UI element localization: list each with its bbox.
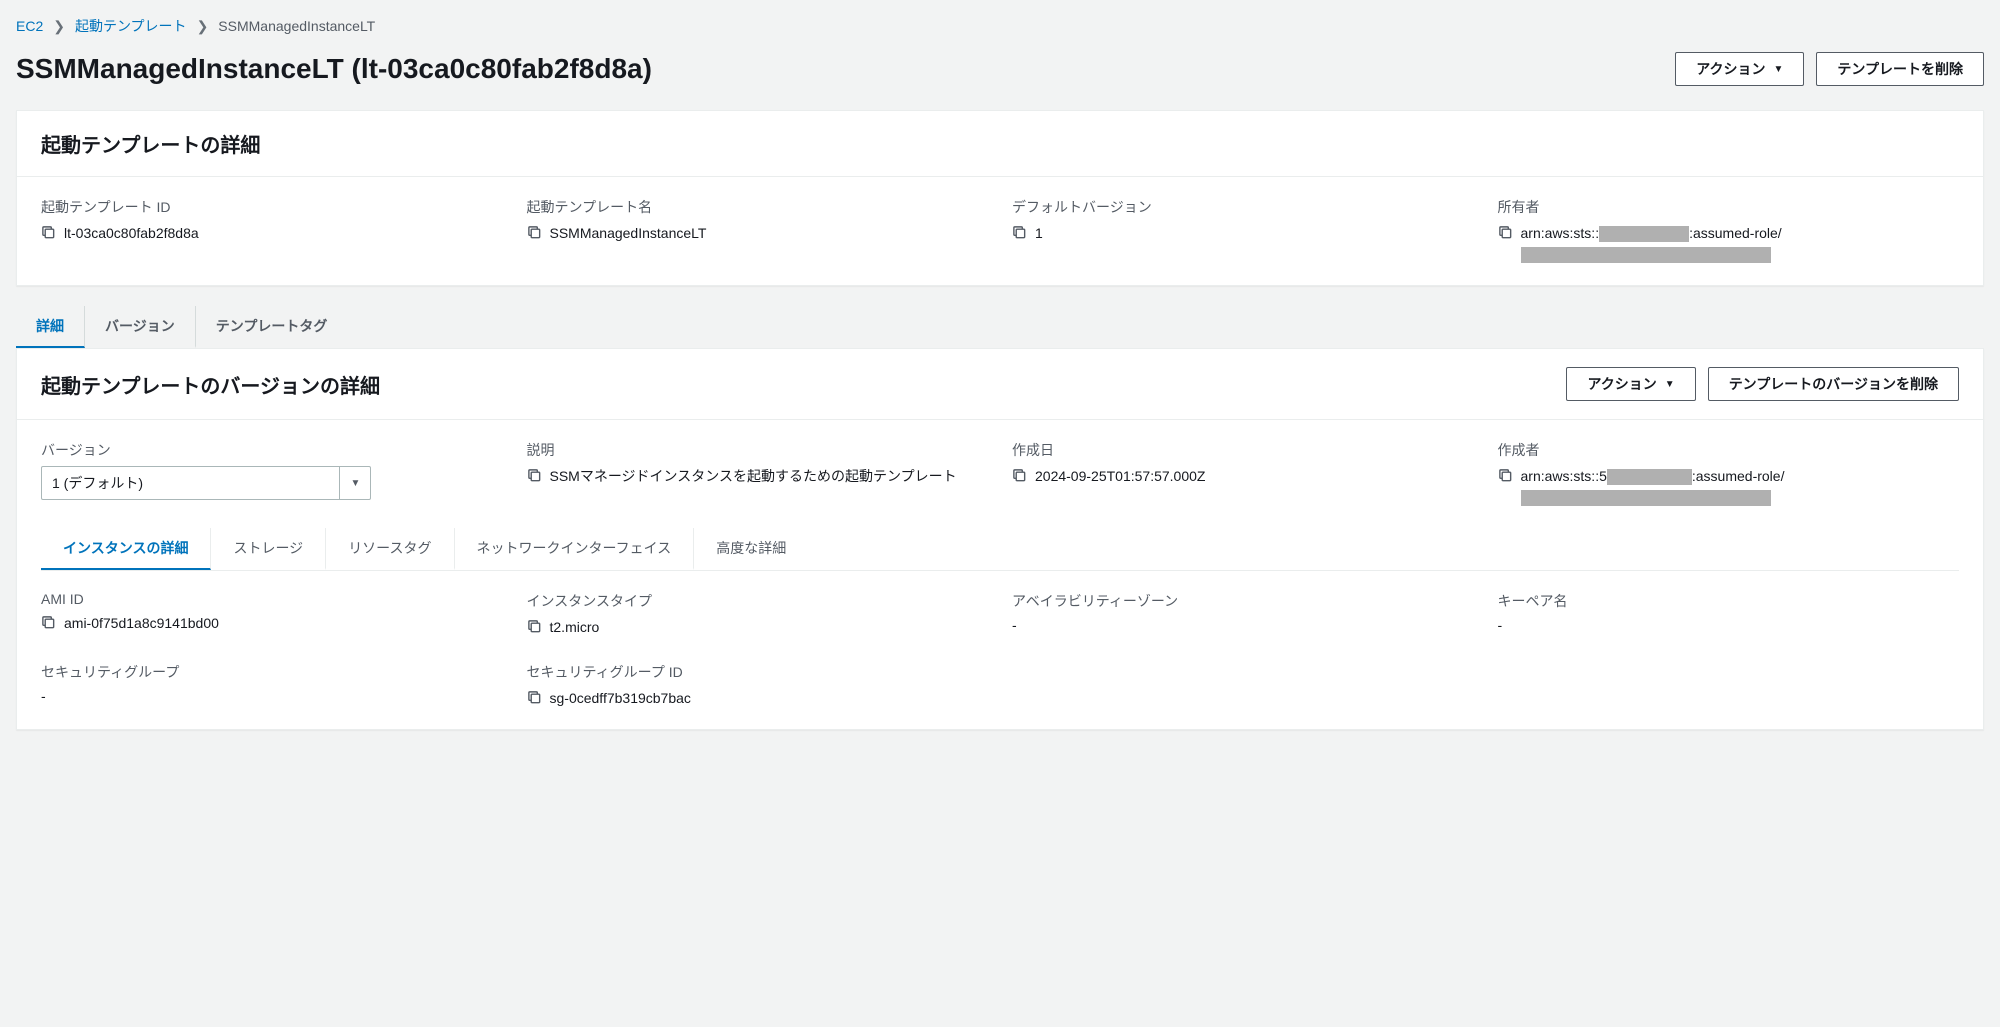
field-label: 作成日: [1012, 440, 1474, 460]
field-value: sg-0cedff7b319cb7bac: [550, 688, 691, 709]
field-lt-name: 起動テンプレート名 SSMManagedInstanceLT: [527, 197, 989, 265]
field-label: 起動テンプレート名: [527, 197, 989, 217]
field-label: 説明: [527, 440, 989, 460]
template-details-panel: 起動テンプレートの詳細 起動テンプレート ID lt-03ca0c80fab2f…: [16, 110, 1984, 286]
redacted-icon: [1599, 226, 1689, 242]
caret-down-icon: ▼: [1774, 64, 1784, 75]
field-label: インスタンスタイプ: [527, 591, 989, 611]
field-instance-type: インスタンスタイプ t2.micro: [527, 591, 989, 638]
version-details-title: 起動テンプレートのバージョンの詳細: [41, 370, 380, 399]
template-details-title: 起動テンプレートの詳細: [41, 129, 1959, 158]
field-value: 1: [1035, 223, 1043, 244]
field-label: バージョン: [41, 440, 503, 460]
field-value: t2.micro: [550, 617, 600, 638]
field-created: 作成日 2024-09-25T01:57:57.000Z: [1012, 440, 1474, 508]
tab-detail[interactable]: 詳細: [16, 306, 85, 348]
version-actions-button[interactable]: アクション ▼: [1566, 367, 1695, 401]
copy-icon[interactable]: [1012, 225, 1027, 240]
tab-version[interactable]: バージョン: [85, 306, 196, 348]
redacted-icon: [1607, 469, 1692, 485]
field-creator: 作成者 arn:aws:sts::5:assumed-role/: [1498, 440, 1960, 508]
redacted-icon: [1521, 490, 1771, 506]
field-label: 起動テンプレート ID: [41, 197, 503, 217]
field-label: アベイラビリティーゾーン: [1012, 591, 1474, 611]
version-subtabs: インスタンスの詳細 ストレージ リソースタグ ネットワークインターフェイス 高度…: [41, 528, 1959, 571]
field-value: lt-03ca0c80fab2f8d8a: [64, 223, 199, 244]
tab-resource-tag[interactable]: リソースタグ: [326, 528, 454, 570]
copy-icon[interactable]: [527, 468, 542, 483]
actions-button[interactable]: アクション ▼: [1675, 52, 1804, 86]
field-keypair: キーペア名 -: [1498, 591, 1960, 638]
main-tabs: 詳細 バージョン テンプレートタグ: [16, 306, 1984, 348]
field-ami-id: AMI ID ami-0f75d1a8c9141bd00: [41, 591, 503, 638]
field-default-version: デフォルトバージョン 1: [1012, 197, 1474, 265]
field-value: arn:aws:sts:::assumed-role/: [1521, 223, 1960, 265]
field-value: -: [1498, 617, 1503, 633]
copy-icon[interactable]: [1012, 468, 1027, 483]
field-label: 所有者: [1498, 197, 1960, 217]
field-az: アベイラビリティーゾーン -: [1012, 591, 1474, 638]
field-label: デフォルトバージョン: [1012, 197, 1474, 217]
chevron-right-icon: ❯: [197, 18, 209, 35]
breadcrumb-launch-templates[interactable]: 起動テンプレート: [75, 16, 187, 36]
tab-template-tag[interactable]: テンプレートタグ: [196, 306, 348, 348]
field-label: セキュリティグループ: [41, 662, 503, 682]
page-actions: アクション ▼ テンプレートを削除: [1675, 52, 1984, 86]
breadcrumb-ec2[interactable]: EC2: [16, 18, 43, 34]
field-description: 説明 SSMマネージドインスタンスを起動するための起動テンプレート: [527, 440, 989, 508]
field-security-group-id: セキュリティグループ ID sg-0cedff7b319cb7bac: [527, 662, 989, 709]
version-select[interactable]: 1 (デフォルト) ▼: [41, 466, 371, 500]
caret-down-icon: ▼: [1665, 379, 1675, 390]
delete-template-button[interactable]: テンプレートを削除: [1816, 52, 1984, 86]
field-value: -: [41, 688, 46, 704]
version-actions: アクション ▼ テンプレートのバージョンを削除: [1566, 367, 1959, 401]
field-label: セキュリティグループ ID: [527, 662, 989, 682]
redacted-icon: [1521, 247, 1771, 263]
copy-icon[interactable]: [1498, 468, 1513, 483]
version-details-panel: 起動テンプレートのバージョンの詳細 アクション ▼ テンプレートのバージョンを削…: [16, 348, 1984, 730]
field-version: バージョン 1 (デフォルト) ▼: [41, 440, 503, 508]
field-label: 作成者: [1498, 440, 1960, 460]
copy-icon[interactable]: [41, 615, 56, 630]
field-value: arn:aws:sts::5:assumed-role/: [1521, 466, 1960, 508]
copy-icon[interactable]: [527, 225, 542, 240]
field-label: AMI ID: [41, 591, 503, 607]
copy-icon[interactable]: [41, 225, 56, 240]
tab-advanced[interactable]: 高度な詳細: [694, 528, 808, 570]
copy-icon[interactable]: [527, 690, 542, 705]
breadcrumb-current: SSMManagedInstanceLT: [218, 18, 375, 34]
copy-icon[interactable]: [527, 619, 542, 634]
field-value: SSMマネージドインスタンスを起動するための起動テンプレート: [550, 466, 957, 487]
field-owner: 所有者 arn:aws:sts:::assumed-role/: [1498, 197, 1960, 265]
page-title: SSMManagedInstanceLT (lt-03ca0c80fab2f8d…: [16, 53, 652, 85]
field-value: ami-0f75d1a8c9141bd00: [64, 613, 219, 634]
tab-storage[interactable]: ストレージ: [211, 528, 326, 570]
tab-network-interface[interactable]: ネットワークインターフェイス: [455, 528, 695, 570]
copy-icon[interactable]: [1498, 225, 1513, 240]
page-header: SSMManagedInstanceLT (lt-03ca0c80fab2f8d…: [16, 52, 1984, 86]
field-value: SSMManagedInstanceLT: [550, 223, 707, 244]
field-lt-id: 起動テンプレート ID lt-03ca0c80fab2f8d8a: [41, 197, 503, 265]
chevron-right-icon: ❯: [53, 18, 65, 35]
breadcrumb: EC2 ❯ 起動テンプレート ❯ SSMManagedInstanceLT: [16, 16, 1984, 36]
field-value: -: [1012, 617, 1017, 633]
field-value: 2024-09-25T01:57:57.000Z: [1035, 466, 1205, 487]
field-label: キーペア名: [1498, 591, 1960, 611]
tab-instance-details[interactable]: インスタンスの詳細: [41, 528, 211, 570]
delete-version-button[interactable]: テンプレートのバージョンを削除: [1708, 367, 1959, 401]
field-security-group: セキュリティグループ -: [41, 662, 503, 709]
